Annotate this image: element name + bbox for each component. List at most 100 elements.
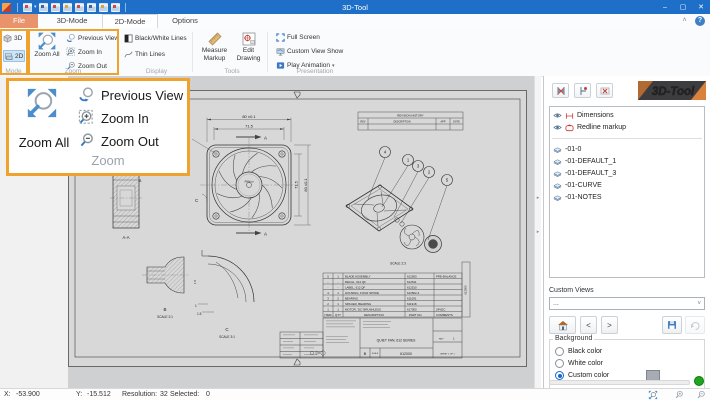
bom-header-cell: DESCRIPTION: [364, 313, 384, 317]
qat-dropdown-caret-icon[interactable]: ▾: [34, 3, 37, 12]
default-view-button[interactable]: [549, 316, 576, 334]
previous-custom-view-button[interactable]: <: [580, 316, 597, 334]
list-item-redline-markup[interactable]: Redline markup: [553, 122, 702, 133]
status-bar: X: -53.900 Y: -15.512 Resolution: 32 Sel…: [0, 388, 710, 400]
background-white-option[interactable]: White color: [555, 359, 603, 368]
dimensions-label: Dimensions: [577, 112, 614, 119]
popup-zoom-all-label[interactable]: Zoom All: [11, 135, 77, 150]
bom-cell: -: [338, 285, 339, 289]
layer-item[interactable]: -01-NOTES: [553, 192, 702, 203]
restore-view-icon: [690, 320, 700, 330]
tab-file[interactable]: File: [0, 14, 38, 28]
zoom-all-mini-icon: [648, 390, 658, 400]
app-icon[interactable]: [2, 3, 11, 12]
detail-c-dim3: 1.5: [193, 280, 197, 285]
tab-options[interactable]: Options: [162, 14, 208, 28]
layer-item[interactable]: -01-0: [553, 144, 702, 155]
bom-header-cell: PART NO.: [409, 313, 423, 317]
qat-icon[interactable]: [99, 3, 108, 12]
thin-lines-icon: [124, 50, 133, 59]
minimize-button[interactable]: –: [656, 0, 674, 14]
statusbar-zoom-out-button[interactable]: [696, 390, 706, 400]
previous-view-button[interactable]: Previous View: [66, 33, 119, 43]
structure-list[interactable]: Dimensions Redline markup -01-0 -01-DEFA…: [549, 106, 705, 278]
popup-zoom-out-icon[interactable]: [78, 132, 95, 149]
layer-item[interactable]: -01-DEFAULT_1: [553, 156, 702, 167]
bom-cell: 611091: [407, 296, 417, 300]
dimensions-icon: [565, 112, 574, 120]
save-view-button[interactable]: [662, 316, 682, 334]
qat-icon[interactable]: [75, 3, 84, 12]
measure-markup-button[interactable]: Measure Markup: [199, 31, 230, 71]
qat-icon[interactable]: [111, 3, 120, 12]
markup-delete-button[interactable]: [596, 83, 613, 98]
zoom-all-large-icon[interactable]: [25, 86, 59, 120]
rev-col: REV: [360, 121, 365, 124]
popup-previous-view-label[interactable]: Previous View: [101, 88, 183, 103]
popup-zoom-out-label[interactable]: Zoom Out: [101, 134, 159, 149]
thin-lines-button[interactable]: Thin Lines: [124, 50, 165, 59]
black-white-lines-label: Black/White Lines: [135, 35, 187, 42]
ribbon-group-presentation: Full Screen Custom View Show Play Animat…: [272, 28, 358, 76]
rev-col: DATE: [453, 121, 460, 124]
detail-b-scale: SCALE 2:1: [157, 315, 173, 319]
bom-cell: PRE-BALANCE: [436, 274, 456, 278]
mode-3d-button[interactable]: 3D: [3, 32, 25, 44]
drawing-number: 612000: [400, 352, 412, 356]
layer-icon: [553, 146, 562, 154]
layer-item[interactable]: -01-CURVE: [553, 180, 702, 191]
qat-icon[interactable]: [51, 3, 60, 12]
bom-cell: 612500: [407, 274, 417, 278]
popup-zoom-in-label[interactable]: Zoom In: [101, 111, 149, 126]
zoom-in-button[interactable]: Zoom In: [66, 47, 102, 57]
status-selected-value: 0: [206, 391, 210, 398]
restore-view-button[interactable]: [685, 316, 705, 334]
dimensions-toggle-button[interactable]: [552, 83, 569, 98]
measure-markup-label-2: Markup: [204, 55, 226, 63]
markup-toggle-button[interactable]: [574, 83, 591, 98]
statusbar-zoom-in-button[interactable]: [674, 390, 684, 400]
custom-views-select[interactable]: ... ˅: [549, 297, 705, 310]
qat-open-icon[interactable]: [23, 3, 32, 12]
vertical-scrollbar[interactable]: ▸ ▸: [534, 76, 541, 388]
black-white-lines-button[interactable]: Black/White Lines: [124, 34, 187, 43]
dim-715-top: 71.5: [245, 123, 254, 128]
next-custom-view-button[interactable]: >: [601, 316, 618, 334]
background-black-option[interactable]: Black color: [555, 347, 602, 356]
dimensions-cross-icon: [556, 86, 566, 96]
custom-view-show-button[interactable]: Custom View Show: [276, 47, 343, 56]
qat-icon[interactable]: [87, 3, 96, 12]
mode-2d-button[interactable]: 2D: [3, 50, 25, 62]
layer-item[interactable]: -01-DEFAULT_3: [553, 168, 702, 179]
maximize-button[interactable]: ▢: [674, 0, 692, 14]
zoom-in-mini-icon: [674, 390, 684, 400]
layer-label: -01-DEFAULT_1: [565, 158, 616, 165]
statusbar-zoom-all-button[interactable]: [648, 390, 658, 400]
bom-cell: -: [328, 280, 329, 284]
ribbon-group-mode: 3D 2D Mode: [0, 28, 27, 76]
tab-3d-mode[interactable]: 3D-Mode: [44, 14, 100, 28]
status-green-indicator: [694, 376, 704, 386]
popup-previous-view-icon[interactable]: [78, 86, 95, 103]
save-view-icon: [667, 320, 677, 330]
help-icon[interactable]: ?: [695, 16, 705, 26]
bom-cell: LABEL, 612 QF: [345, 285, 365, 289]
collapse-ribbon-icon[interactable]: ˄: [679, 16, 690, 26]
zoom-group-label: Zoom: [28, 68, 118, 75]
layer-icon: [553, 170, 562, 178]
edit-drawing-button[interactable]: Edit Drawing: [233, 31, 264, 71]
full-screen-button[interactable]: Full Screen: [276, 33, 320, 42]
group-separator: [192, 32, 193, 72]
tab-2d-mode[interactable]: 2D-Mode: [102, 14, 158, 28]
list-item-dimensions[interactable]: Dimensions: [553, 110, 702, 121]
popup-zoom-in-icon[interactable]: [78, 109, 95, 126]
zoom-all-button[interactable]: Zoom All: [30, 31, 64, 69]
layer-icon: [553, 158, 562, 166]
background-black-label: Black color: [568, 348, 602, 355]
background-custom-option[interactable]: Custom color: [555, 371, 609, 380]
close-button[interactable]: ✕: [692, 0, 710, 14]
qat-icon[interactable]: [39, 3, 48, 12]
qat-icon[interactable]: [63, 3, 72, 12]
scrollbar-arrow-icon[interactable]: ▸: [535, 194, 541, 203]
scrollbar-arrow-icon[interactable]: ▸: [535, 228, 541, 237]
